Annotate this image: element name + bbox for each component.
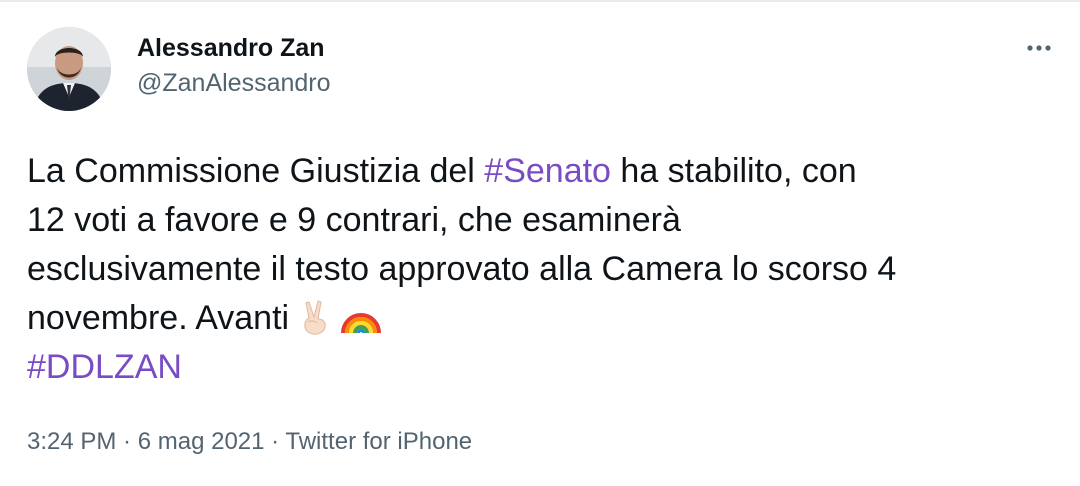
tweet-text-segment: La Commissione Giustizia del [27,152,485,190]
rainbow-icon [341,297,382,337]
tweet-time[interactable]: 3:24 PM [27,428,116,455]
tweet-line-1: La Commissione Giustizia del #Senato ha … [27,147,1057,196]
hashtag-senato-link[interactable]: #Senato [484,152,611,190]
tweet-source[interactable]: Twitter for iPhone [285,428,472,455]
more-options-button[interactable] [1024,36,1054,60]
tweet-text-segment: ha stabilito, con [610,152,857,190]
tweet-date[interactable]: 6 mag 2021 [138,428,265,455]
avatar-image [27,27,111,111]
tweet-line-3: esclusivamente il testo approvato alla C… [27,250,897,288]
author-block: Alessandro Zan @ZanAlessandro [137,33,331,98]
tweet-meta: 3:24 PM · 6 mag 2021 · Twitter for iPhon… [27,427,472,457]
tweet-text-segment: novembre. Avanti [27,299,290,337]
tweet-line-5: #DDLZAN [27,343,1057,392]
tweet-card: Alessandro Zan @ZanAlessandro La Commiss… [0,0,1080,486]
avatar[interactable] [27,27,111,111]
tweet-text: La Commissione Giustizia del #Senato ha … [27,147,1057,392]
meta-separator: · [116,428,138,455]
author-display-name[interactable]: Alessandro Zan [137,33,331,63]
more-horizontal-icon [1027,45,1051,51]
tweet-line-2: 12 voti a favore e 9 contrari, che esami… [27,201,681,239]
meta-separator: · [264,428,286,455]
victory-hand-icon [295,297,335,337]
hashtag-ddlzan-link[interactable]: #DDLZAN [27,348,182,386]
divider [0,0,1080,2]
author-handle[interactable]: @ZanAlessandro [137,68,331,98]
tweet-line-4: novembre. Avanti [27,294,1057,343]
